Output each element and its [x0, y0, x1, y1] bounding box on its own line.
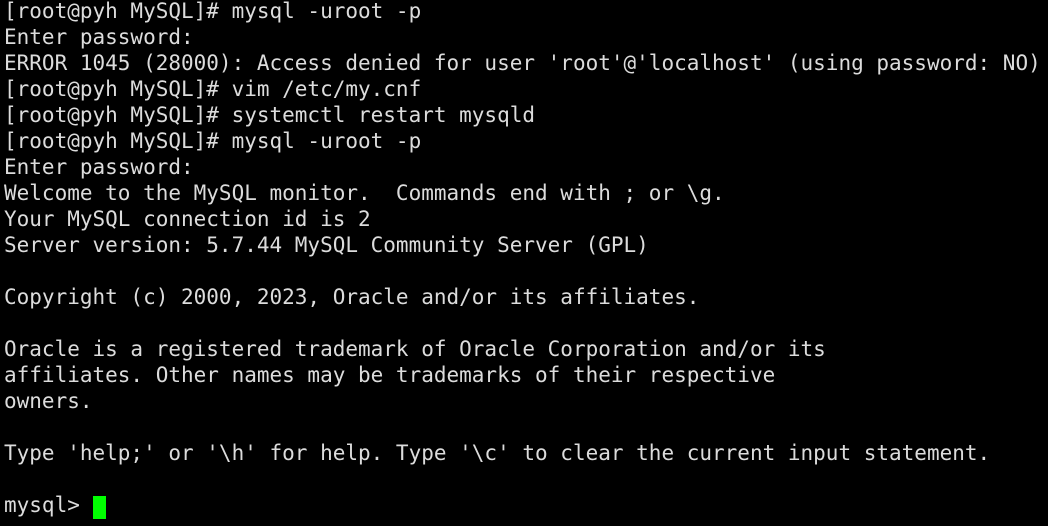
- terminal-line: affiliates. Other names may be trademark…: [4, 363, 776, 387]
- terminal-line-error: ERROR 1045 (28000): Access denied for us…: [4, 51, 1041, 75]
- terminal-line: Server version: 5.7.44 MySQL Community S…: [4, 233, 649, 257]
- terminal-line: Oracle is a registered trademark of Orac…: [4, 337, 826, 361]
- terminal-window[interactable]: [root@pyh MySQL]# mysql -uroot -p Enter …: [0, 0, 1048, 526]
- terminal-line: [root@pyh MySQL]# mysql -uroot -p: [4, 0, 422, 23]
- terminal-line: [root@pyh MySQL]# mysql -uroot -p: [4, 129, 422, 153]
- terminal-line: [root@pyh MySQL]# vim /etc/my.cnf: [4, 77, 422, 101]
- terminal-line: Enter password:: [4, 155, 194, 179]
- terminal-line: Your MySQL connection id is 2: [4, 207, 371, 231]
- text-cursor: [92, 495, 106, 519]
- terminal-line: Enter password:: [4, 25, 194, 49]
- terminal-screen: [root@pyh MySQL]# mysql -uroot -p Enter …: [4, 0, 1048, 519]
- terminal-line: Type 'help;' or '\h' for help. Type '\c'…: [4, 441, 991, 465]
- mysql-prompt-line[interactable]: mysql>: [4, 492, 1048, 519]
- terminal-line: Welcome to the MySQL monitor. Commands e…: [4, 181, 725, 205]
- terminal-line: owners.: [4, 389, 93, 413]
- terminal-line: Copyright (c) 2000, 2023, Oracle and/or …: [4, 285, 700, 309]
- terminal-line: [root@pyh MySQL]# systemctl restart mysq…: [4, 103, 536, 127]
- mysql-prompt-label: mysql>: [4, 493, 93, 517]
